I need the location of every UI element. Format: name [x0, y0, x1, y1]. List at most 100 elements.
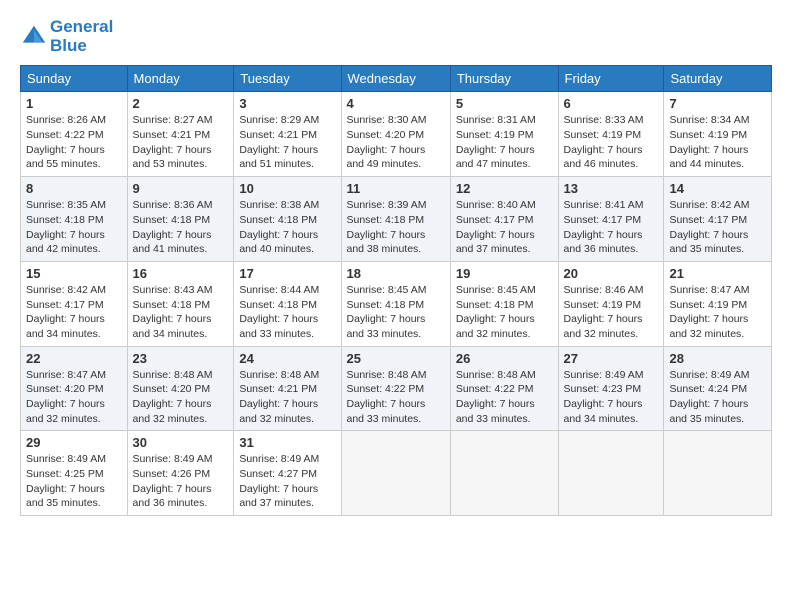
day-number: 30: [133, 435, 229, 450]
day-number: 8: [26, 181, 122, 196]
cell-info: Sunrise: 8:27 AMSunset: 4:21 PMDaylight:…: [133, 113, 229, 172]
day-number: 15: [26, 266, 122, 281]
calendar-cell: 19 Sunrise: 8:45 AMSunset: 4:18 PMDayligh…: [450, 261, 558, 346]
day-number: 2: [133, 96, 229, 111]
calendar-cell: 24Sunrise: 8:48 AMSunset: 4:21 PMDayligh…: [234, 346, 341, 431]
logo: General Blue: [20, 18, 113, 55]
calendar-cell: 15Sunrise: 8:42 AMSunset: 4:17 PMDayligh…: [21, 261, 128, 346]
cell-info: Sunrise: 8:49 AMSunset: 4:26 PMDaylight:…: [133, 452, 229, 511]
calendar-cell: 22Sunrise: 8:47 AMSunset: 4:20 PMDayligh…: [21, 346, 128, 431]
calendar-cell: 7Sunrise: 8:34 AMSunset: 4:19 PMDaylight…: [664, 92, 772, 177]
cell-info: Sunrise: 8:47 AMSunset: 4:19 PMDaylight:…: [669, 283, 766, 342]
calendar-header-monday: Monday: [127, 66, 234, 92]
cell-info: Sunrise: 8:33 AMSunset: 4:19 PMDaylight:…: [564, 113, 659, 172]
calendar-cell: 20 Sunrise: 8:46 AMSunset: 4:19 PMDayligh…: [558, 261, 664, 346]
calendar-cell: 30 Sunrise: 8:49 AMSunset: 4:26 PMDayligh…: [127, 431, 234, 516]
cell-info: Sunrise: 8:41 AMSunset: 4:17 PMDaylight:…: [564, 198, 659, 257]
calendar-cell: 28 Sunrise: 8:49 AMSunset: 4:24 PMDayligh…: [664, 346, 772, 431]
cell-info: Sunrise: 8:48 AMSunset: 4:22 PMDaylight:…: [347, 368, 445, 427]
calendar-cell: 2 Sunrise: 8:27 AMSunset: 4:21 PMDaylight…: [127, 92, 234, 177]
day-number: 10: [239, 181, 335, 196]
cell-info: Sunrise: 8:49 AMSunset: 4:23 PMDaylight:…: [564, 368, 659, 427]
day-number: 9: [133, 181, 229, 196]
day-number: 31: [239, 435, 335, 450]
cell-info: Sunrise: 8:39 AMSunset: 4:18 PMDaylight:…: [347, 198, 445, 257]
calendar-cell: 11 Sunrise: 8:39 AMSunset: 4:18 PMDayligh…: [341, 177, 450, 262]
calendar-week-row: 1 Sunrise: 8:26 AMSunset: 4:22 PMDaylight…: [21, 92, 772, 177]
day-number: 27: [564, 351, 659, 366]
header: General Blue: [20, 18, 772, 55]
calendar-week-row: 29 Sunrise: 8:49 AMSunset: 4:25 PMDayligh…: [21, 431, 772, 516]
calendar-header-row: SundayMondayTuesdayWednesdayThursdayFrid…: [21, 66, 772, 92]
page: General Blue SundayMondayTuesdayWednesda…: [0, 0, 792, 612]
day-number: 25: [347, 351, 445, 366]
calendar-cell: 16Sunrise: 8:43 AMSunset: 4:18 PMDayligh…: [127, 261, 234, 346]
calendar-week-row: 15Sunrise: 8:42 AMSunset: 4:17 PMDayligh…: [21, 261, 772, 346]
cell-info: Sunrise: 8:48 AMSunset: 4:22 PMDaylight:…: [456, 368, 553, 427]
cell-info: Sunrise: 8:26 AMSunset: 4:22 PMDaylight:…: [26, 113, 122, 172]
calendar-cell: 4Sunrise: 8:30 AMSunset: 4:20 PMDaylight…: [341, 92, 450, 177]
calendar-header-thursday: Thursday: [450, 66, 558, 92]
calendar-cell: 6 Sunrise: 8:33 AMSunset: 4:19 PMDaylight…: [558, 92, 664, 177]
calendar-cell: [558, 431, 664, 516]
cell-info: Sunrise: 8:34 AMSunset: 4:19 PMDaylight:…: [669, 113, 766, 172]
day-number: 26: [456, 351, 553, 366]
cell-info: Sunrise: 8:49 AMSunset: 4:25 PMDaylight:…: [26, 452, 122, 511]
cell-info: Sunrise: 8:49 AMSunset: 4:27 PMDaylight:…: [239, 452, 335, 511]
day-number: 1: [26, 96, 122, 111]
cell-info: Sunrise: 8:46 AMSunset: 4:19 PMDaylight:…: [564, 283, 659, 342]
calendar-cell: 23 Sunrise: 8:48 AMSunset: 4:20 PMDayligh…: [127, 346, 234, 431]
calendar-cell: 10 Sunrise: 8:38 AMSunset: 4:18 PMDayligh…: [234, 177, 341, 262]
calendar-table: SundayMondayTuesdayWednesdayThursdayFrid…: [20, 65, 772, 516]
calendar-header-tuesday: Tuesday: [234, 66, 341, 92]
calendar-week-row: 22Sunrise: 8:47 AMSunset: 4:20 PMDayligh…: [21, 346, 772, 431]
day-number: 13: [564, 181, 659, 196]
day-number: 17: [239, 266, 335, 281]
calendar-cell: 25 Sunrise: 8:48 AMSunset: 4:22 PMDayligh…: [341, 346, 450, 431]
calendar-header-sunday: Sunday: [21, 66, 128, 92]
logo-text: General Blue: [50, 18, 113, 55]
calendar-header-saturday: Saturday: [664, 66, 772, 92]
calendar-cell: 9 Sunrise: 8:36 AMSunset: 4:18 PMDaylight…: [127, 177, 234, 262]
calendar-cell: 5Sunrise: 8:31 AMSunset: 4:19 PMDaylight…: [450, 92, 558, 177]
calendar-header-wednesday: Wednesday: [341, 66, 450, 92]
day-number: 23: [133, 351, 229, 366]
day-number: 21: [669, 266, 766, 281]
day-number: 11: [347, 181, 445, 196]
calendar-week-row: 8Sunrise: 8:35 AMSunset: 4:18 PMDaylight…: [21, 177, 772, 262]
cell-info: Sunrise: 8:48 AMSunset: 4:21 PMDaylight:…: [239, 368, 335, 427]
cell-info: Sunrise: 8:45 AMSunset: 4:18 PMDaylight:…: [456, 283, 553, 342]
day-number: 16: [133, 266, 229, 281]
cell-info: Sunrise: 8:49 AMSunset: 4:24 PMDaylight:…: [669, 368, 766, 427]
calendar-header-friday: Friday: [558, 66, 664, 92]
calendar-cell: 18 Sunrise: 8:45 AMSunset: 4:18 PMDayligh…: [341, 261, 450, 346]
logo-icon: [20, 23, 48, 51]
cell-info: Sunrise: 8:47 AMSunset: 4:20 PMDaylight:…: [26, 368, 122, 427]
calendar-cell: 13 Sunrise: 8:41 AMSunset: 4:17 PMDayligh…: [558, 177, 664, 262]
day-number: 29: [26, 435, 122, 450]
calendar-cell: 3Sunrise: 8:29 AMSunset: 4:21 PMDaylight…: [234, 92, 341, 177]
cell-info: Sunrise: 8:40 AMSunset: 4:17 PMDaylight:…: [456, 198, 553, 257]
calendar-cell: [341, 431, 450, 516]
day-number: 19: [456, 266, 553, 281]
day-number: 28: [669, 351, 766, 366]
cell-info: Sunrise: 8:42 AMSunset: 4:17 PMDaylight:…: [669, 198, 766, 257]
cell-info: Sunrise: 8:30 AMSunset: 4:20 PMDaylight:…: [347, 113, 445, 172]
calendar-cell: 27 Sunrise: 8:49 AMSunset: 4:23 PMDayligh…: [558, 346, 664, 431]
cell-info: Sunrise: 8:48 AMSunset: 4:20 PMDaylight:…: [133, 368, 229, 427]
calendar-cell: 14Sunrise: 8:42 AMSunset: 4:17 PMDayligh…: [664, 177, 772, 262]
cell-info: Sunrise: 8:38 AMSunset: 4:18 PMDaylight:…: [239, 198, 335, 257]
calendar-cell: 21 Sunrise: 8:47 AMSunset: 4:19 PMDayligh…: [664, 261, 772, 346]
day-number: 20: [564, 266, 659, 281]
day-number: 5: [456, 96, 553, 111]
calendar-cell: 1 Sunrise: 8:26 AMSunset: 4:22 PMDaylight…: [21, 92, 128, 177]
cell-info: Sunrise: 8:45 AMSunset: 4:18 PMDaylight:…: [347, 283, 445, 342]
day-number: 6: [564, 96, 659, 111]
calendar-cell: 8Sunrise: 8:35 AMSunset: 4:18 PMDaylight…: [21, 177, 128, 262]
day-number: 3: [239, 96, 335, 111]
day-number: 12: [456, 181, 553, 196]
calendar-cell: 29 Sunrise: 8:49 AMSunset: 4:25 PMDayligh…: [21, 431, 128, 516]
calendar-cell: 26 Sunrise: 8:48 AMSunset: 4:22 PMDayligh…: [450, 346, 558, 431]
cell-info: Sunrise: 8:36 AMSunset: 4:18 PMDaylight:…: [133, 198, 229, 257]
day-number: 18: [347, 266, 445, 281]
